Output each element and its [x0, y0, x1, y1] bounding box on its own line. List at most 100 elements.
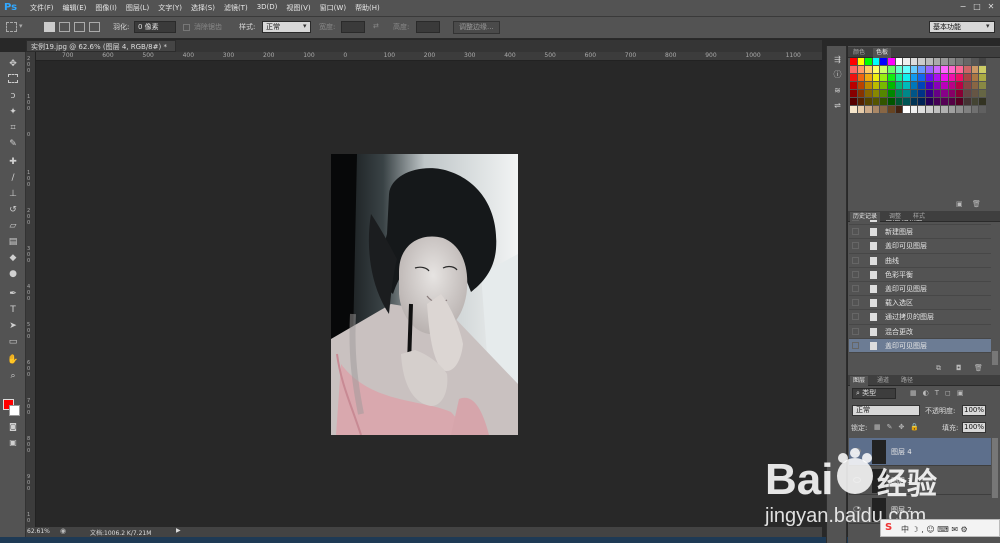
- swatch[interactable]: [880, 106, 887, 113]
- swatch[interactable]: [895, 106, 903, 113]
- swatch[interactable]: [857, 74, 865, 81]
- history-snapshot-checkbox[interactable]: [852, 228, 859, 236]
- feather-input[interactable]: 0 像素: [134, 21, 176, 33]
- menu-item[interactable]: 滤镜(T): [224, 3, 248, 13]
- swatch[interactable]: [895, 74, 903, 81]
- new-document-from-state-icon[interactable]: ⧉: [936, 364, 941, 373]
- swatch[interactable]: [903, 98, 910, 105]
- ime-tools-icons[interactable]: 中 ☽ , ☺ ⌨ ✉ ⚙: [901, 524, 968, 535]
- swatch[interactable]: [918, 74, 925, 81]
- swatch[interactable]: [918, 98, 925, 105]
- zoom-tool-icon[interactable]: ⌕: [6, 370, 20, 383]
- status-info-icon[interactable]: ◉: [60, 527, 66, 535]
- swatch[interactable]: [910, 90, 918, 97]
- swatch[interactable]: [880, 58, 887, 65]
- swatch[interactable]: [888, 82, 895, 89]
- swatch[interactable]: [941, 74, 948, 81]
- menu-item[interactable]: 文件(F): [30, 3, 54, 13]
- swatch[interactable]: [926, 106, 933, 113]
- swatch[interactable]: [857, 106, 865, 113]
- history-snapshot-checkbox[interactable]: [852, 327, 859, 335]
- history-snapshot-checkbox[interactable]: [852, 270, 859, 278]
- pixel-filter-icon[interactable]: ▦: [910, 389, 917, 397]
- swatch[interactable]: [903, 82, 910, 89]
- trash-icon[interactable]: 🗑: [974, 364, 983, 372]
- shape-tool-icon[interactable]: ▭: [6, 336, 20, 349]
- swatch[interactable]: [857, 82, 865, 89]
- swatch[interactable]: [971, 66, 979, 73]
- swatch[interactable]: [865, 66, 872, 73]
- tab-color[interactable]: 颜色: [850, 48, 868, 58]
- swatch[interactable]: [880, 98, 887, 105]
- swatch[interactable]: [956, 74, 963, 81]
- path-selection-tool-icon[interactable]: ➤: [6, 320, 20, 333]
- swatch[interactable]: [979, 58, 986, 65]
- swatch[interactable]: [857, 90, 865, 97]
- swatch[interactable]: [903, 74, 910, 81]
- swatch[interactable]: [872, 66, 880, 73]
- menu-item[interactable]: 帮助(H): [355, 3, 380, 13]
- swatch[interactable]: [880, 74, 887, 81]
- marquee-tool-icon[interactable]: [6, 22, 17, 32]
- swatch[interactable]: [956, 106, 963, 113]
- swatch[interactable]: [895, 82, 903, 89]
- swatch[interactable]: [979, 74, 986, 81]
- history-brush-tool-icon[interactable]: ↺: [6, 204, 20, 217]
- swatch[interactable]: [880, 90, 887, 97]
- swatch[interactable]: [872, 82, 880, 89]
- swatch[interactable]: [971, 74, 979, 81]
- swatch[interactable]: [850, 90, 857, 97]
- swatch[interactable]: [850, 74, 857, 81]
- swatch[interactable]: [910, 106, 918, 113]
- swatch[interactable]: [964, 90, 971, 97]
- history-item[interactable]: 盖印可见图层: [849, 282, 991, 297]
- swatch[interactable]: [933, 58, 941, 65]
- history-item[interactable]: 曲线: [849, 254, 991, 268]
- lock-transparent-icon[interactable]: ▦: [874, 423, 881, 431]
- swatch[interactable]: [964, 106, 971, 113]
- lock-position-icon[interactable]: ✥: [899, 423, 905, 431]
- swatch[interactable]: [918, 106, 925, 113]
- swatch[interactable]: [941, 82, 948, 89]
- swatch[interactable]: [888, 58, 895, 65]
- intersect-selection-icon[interactable]: [89, 22, 100, 32]
- history-snapshot-checkbox[interactable]: [852, 220, 859, 221]
- new-selection-icon[interactable]: [44, 22, 55, 32]
- swatch[interactable]: [941, 58, 948, 65]
- close-button[interactable]: ✕: [986, 2, 996, 12]
- lasso-tool-icon[interactable]: ↄ: [6, 90, 20, 103]
- brush-presets-icon[interactable]: ≋: [832, 86, 843, 96]
- document-tab[interactable]: 实例19.jpg @ 62.6% (图层 4, RGB/8#) * ×: [26, 40, 176, 63]
- history-snapshot-checkbox[interactable]: [852, 299, 859, 307]
- type-filter-icon[interactable]: T: [935, 389, 939, 397]
- swatch[interactable]: [956, 98, 963, 105]
- swatch[interactable]: [872, 98, 880, 105]
- healing-brush-tool-icon[interactable]: ✚: [6, 156, 20, 169]
- history-snapshot-checkbox[interactable]: [852, 285, 859, 292]
- swatch[interactable]: [926, 58, 933, 65]
- swatch[interactable]: [857, 58, 865, 65]
- antialias-checkbox[interactable]: [183, 24, 190, 31]
- swatch[interactable]: [918, 66, 925, 73]
- swatch[interactable]: [971, 90, 979, 97]
- swatch[interactable]: [880, 82, 887, 89]
- screen-mode-icon[interactable]: ▣: [6, 436, 20, 449]
- swatch[interactable]: [910, 82, 918, 89]
- swatch[interactable]: [933, 106, 941, 113]
- swatch[interactable]: [888, 74, 895, 81]
- layer-filter-select[interactable]: ⌕ 类型: [852, 388, 896, 399]
- swatch[interactable]: [888, 66, 895, 73]
- swatch[interactable]: [872, 74, 880, 81]
- swatch[interactable]: [865, 74, 872, 81]
- chevron-down-icon[interactable]: ▾: [19, 22, 23, 30]
- swatch[interactable]: [895, 66, 903, 73]
- swatch[interactable]: [979, 66, 986, 73]
- swatch[interactable]: [910, 66, 918, 73]
- history-item[interactable]: 通过拷贝的图层: [849, 310, 991, 325]
- swatch[interactable]: [895, 98, 903, 105]
- swatch[interactable]: [956, 66, 963, 73]
- swatch[interactable]: [956, 90, 963, 97]
- menu-item[interactable]: 视图(V): [286, 3, 310, 13]
- smart-object-filter-icon[interactable]: ▣: [957, 389, 964, 397]
- swatch[interactable]: [903, 58, 910, 65]
